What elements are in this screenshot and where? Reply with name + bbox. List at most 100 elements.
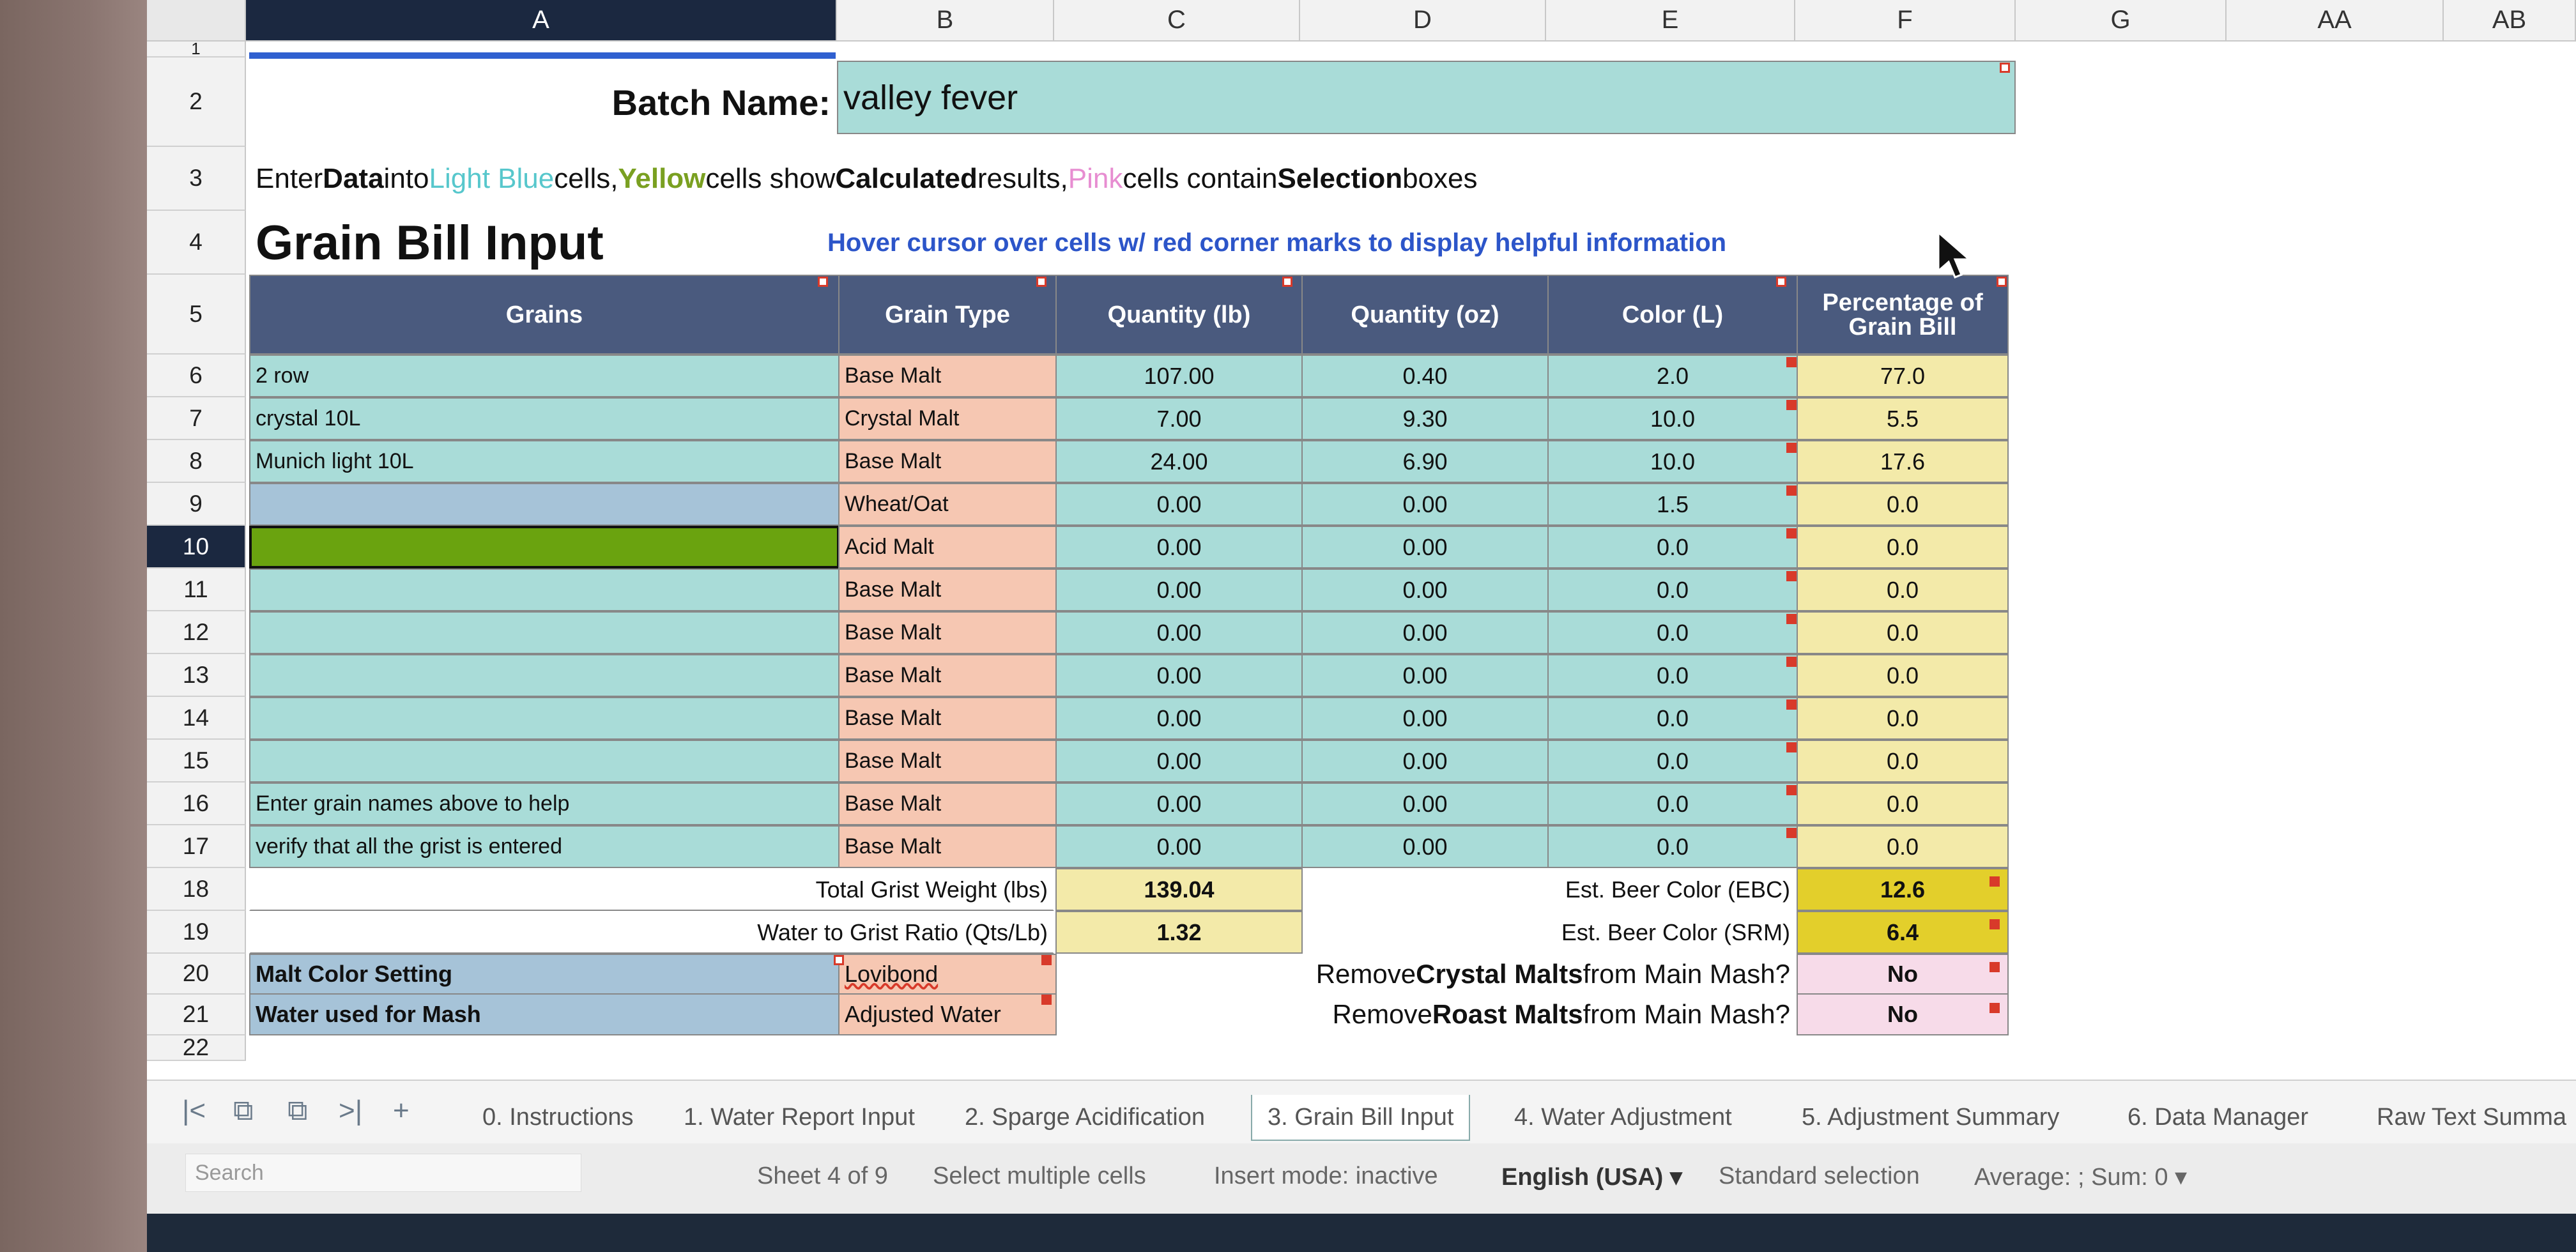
row-header[interactable]: 9 xyxy=(147,483,246,526)
row-header[interactable]: 2 xyxy=(147,57,246,147)
row-header[interactable]: 19 xyxy=(147,911,246,954)
batch-name-input[interactable]: valley fever xyxy=(837,61,2016,134)
color-input[interactable]: 1.5 xyxy=(1547,483,1798,526)
color-input[interactable]: 10.0 xyxy=(1547,397,1798,440)
quantity-oz-input[interactable]: 0.40 xyxy=(1301,355,1549,397)
sum-display[interactable]: Average: ; Sum: 0 ▾ xyxy=(1974,1163,2187,1191)
comment-marker[interactable] xyxy=(1786,742,1797,752)
color-input[interactable]: 0.0 xyxy=(1547,526,1798,569)
quantity-oz-input[interactable]: 0.00 xyxy=(1301,740,1549,782)
column-header-ab[interactable]: AB xyxy=(2444,0,2576,42)
quantity-lb-input[interactable]: 0.00 xyxy=(1055,611,1303,654)
comment-marker[interactable] xyxy=(818,277,828,287)
row-header[interactable]: 18 xyxy=(147,868,246,911)
quantity-oz-input[interactable]: 9.30 xyxy=(1301,397,1549,440)
grain-type-select[interactable]: Base Malt xyxy=(838,611,1057,654)
row-header[interactable]: 7 xyxy=(147,397,246,440)
comment-marker[interactable] xyxy=(834,955,844,965)
row-header[interactable]: 22 xyxy=(147,1034,246,1061)
row-header[interactable]: 11 xyxy=(147,569,246,611)
grain-name-input[interactable]: verify that all the grist is entered xyxy=(249,825,839,868)
grain-type-select[interactable]: Base Malt xyxy=(838,697,1057,740)
grain-type-select[interactable]: Acid Malt xyxy=(838,526,1057,569)
row-header[interactable]: 6 xyxy=(147,355,246,397)
previous-sheet-icon[interactable]: ⧉ xyxy=(233,1095,253,1127)
comment-marker[interactable] xyxy=(1989,1003,2000,1013)
grain-name-input[interactable] xyxy=(249,569,839,611)
grain-type-select[interactable]: Base Malt xyxy=(838,782,1057,825)
quantity-oz-input[interactable]: 0.00 xyxy=(1301,782,1549,825)
comment-marker[interactable] xyxy=(1786,528,1797,538)
tab-grain-bill-input[interactable]: 3. Grain Bill Input xyxy=(1251,1095,1471,1141)
quantity-lb-input[interactable]: 24.00 xyxy=(1055,440,1303,483)
column-header-d[interactable]: D xyxy=(1300,0,1546,42)
grain-type-select[interactable]: Base Malt xyxy=(838,569,1057,611)
water-used-select[interactable]: Adjusted Water xyxy=(838,993,1057,1035)
comment-marker[interactable] xyxy=(1989,962,2000,972)
comment-marker[interactable] xyxy=(1989,919,2000,929)
comment-marker[interactable] xyxy=(1786,571,1797,581)
quantity-lb-input[interactable]: 0.00 xyxy=(1055,697,1303,740)
add-sheet-icon[interactable]: + xyxy=(393,1095,410,1127)
grain-name-input[interactable] xyxy=(249,697,839,740)
quantity-oz-input[interactable]: 6.90 xyxy=(1301,440,1549,483)
next-sheet-icon[interactable]: ⧉ xyxy=(288,1095,307,1127)
column-header-c[interactable]: C xyxy=(1054,0,1300,42)
comment-marker[interactable] xyxy=(1041,995,1052,1005)
quantity-lb-input[interactable]: 0.00 xyxy=(1055,654,1303,697)
comment-marker[interactable] xyxy=(1786,485,1797,496)
remove-roast-select[interactable]: No xyxy=(1797,993,2009,1035)
quantity-lb-input[interactable]: 0.00 xyxy=(1055,569,1303,611)
column-header-g[interactable]: G xyxy=(2016,0,2227,42)
grain-type-select[interactable]: Base Malt xyxy=(838,740,1057,782)
quantity-lb-input[interactable]: 0.00 xyxy=(1055,526,1303,569)
comment-marker[interactable] xyxy=(1041,955,1052,965)
grain-name-input[interactable] xyxy=(249,740,839,782)
grain-type-select[interactable]: Base Malt xyxy=(838,355,1057,397)
comment-marker[interactable] xyxy=(1786,357,1797,367)
grain-name-input[interactable] xyxy=(249,611,839,654)
quantity-lb-input[interactable]: 0.00 xyxy=(1055,483,1303,526)
row-header[interactable]: 8 xyxy=(147,440,246,483)
row-header[interactable]: 16 xyxy=(147,782,246,825)
grain-type-select[interactable]: Crystal Malt xyxy=(838,397,1057,440)
quantity-oz-input[interactable]: 0.00 xyxy=(1301,569,1549,611)
quantity-oz-input[interactable]: 0.00 xyxy=(1301,483,1549,526)
grain-name-input[interactable]: Munich light 10L xyxy=(249,440,839,483)
comment-marker[interactable] xyxy=(1282,277,1292,287)
quantity-oz-input[interactable]: 0.00 xyxy=(1301,697,1549,740)
row-header[interactable]: 21 xyxy=(147,995,246,1035)
color-input[interactable]: 10.0 xyxy=(1547,440,1798,483)
quantity-oz-input[interactable]: 0.00 xyxy=(1301,654,1549,697)
comment-marker[interactable] xyxy=(2000,63,2010,73)
first-sheet-icon[interactable]: |< xyxy=(182,1095,206,1127)
remove-crystal-select[interactable]: No xyxy=(1797,954,2009,995)
quantity-oz-input[interactable]: 0.00 xyxy=(1301,611,1549,654)
grain-name-input[interactable] xyxy=(249,526,839,569)
quantity-lb-input[interactable]: 0.00 xyxy=(1055,825,1303,868)
comment-marker[interactable] xyxy=(1786,614,1797,624)
row-header-selected[interactable]: 10 xyxy=(147,526,246,569)
grain-type-select[interactable]: Base Malt xyxy=(838,440,1057,483)
quantity-lb-input[interactable]: 107.00 xyxy=(1055,355,1303,397)
tab-instructions[interactable]: 0. Instructions xyxy=(482,1095,634,1140)
color-input[interactable]: 0.0 xyxy=(1547,611,1798,654)
comment-marker[interactable] xyxy=(1786,657,1797,667)
quantity-lb-input[interactable]: 0.00 xyxy=(1055,782,1303,825)
grain-name-input[interactable] xyxy=(249,483,839,526)
row-header[interactable]: 5 xyxy=(147,275,246,355)
row-header[interactable]: 15 xyxy=(147,740,246,782)
search-input[interactable]: Search xyxy=(185,1154,581,1192)
row-header[interactable]: 17 xyxy=(147,825,246,868)
color-input[interactable]: 0.0 xyxy=(1547,654,1798,697)
language-selector[interactable]: English (USA) ▾ xyxy=(1501,1163,1682,1191)
row-header[interactable]: 1 xyxy=(147,39,246,58)
color-input[interactable]: 0.0 xyxy=(1547,697,1798,740)
quantity-lb-input[interactable]: 7.00 xyxy=(1055,397,1303,440)
comment-marker[interactable] xyxy=(1989,876,2000,887)
column-header-f[interactable]: F xyxy=(1795,0,2016,42)
comment-marker[interactable] xyxy=(1786,785,1797,795)
tab-raw-text-summary[interactable]: Raw Text Summa xyxy=(2377,1095,2566,1140)
comment-marker[interactable] xyxy=(1776,277,1786,287)
tab-sparge-acidification[interactable]: 2. Sparge Acidification xyxy=(965,1095,1205,1140)
